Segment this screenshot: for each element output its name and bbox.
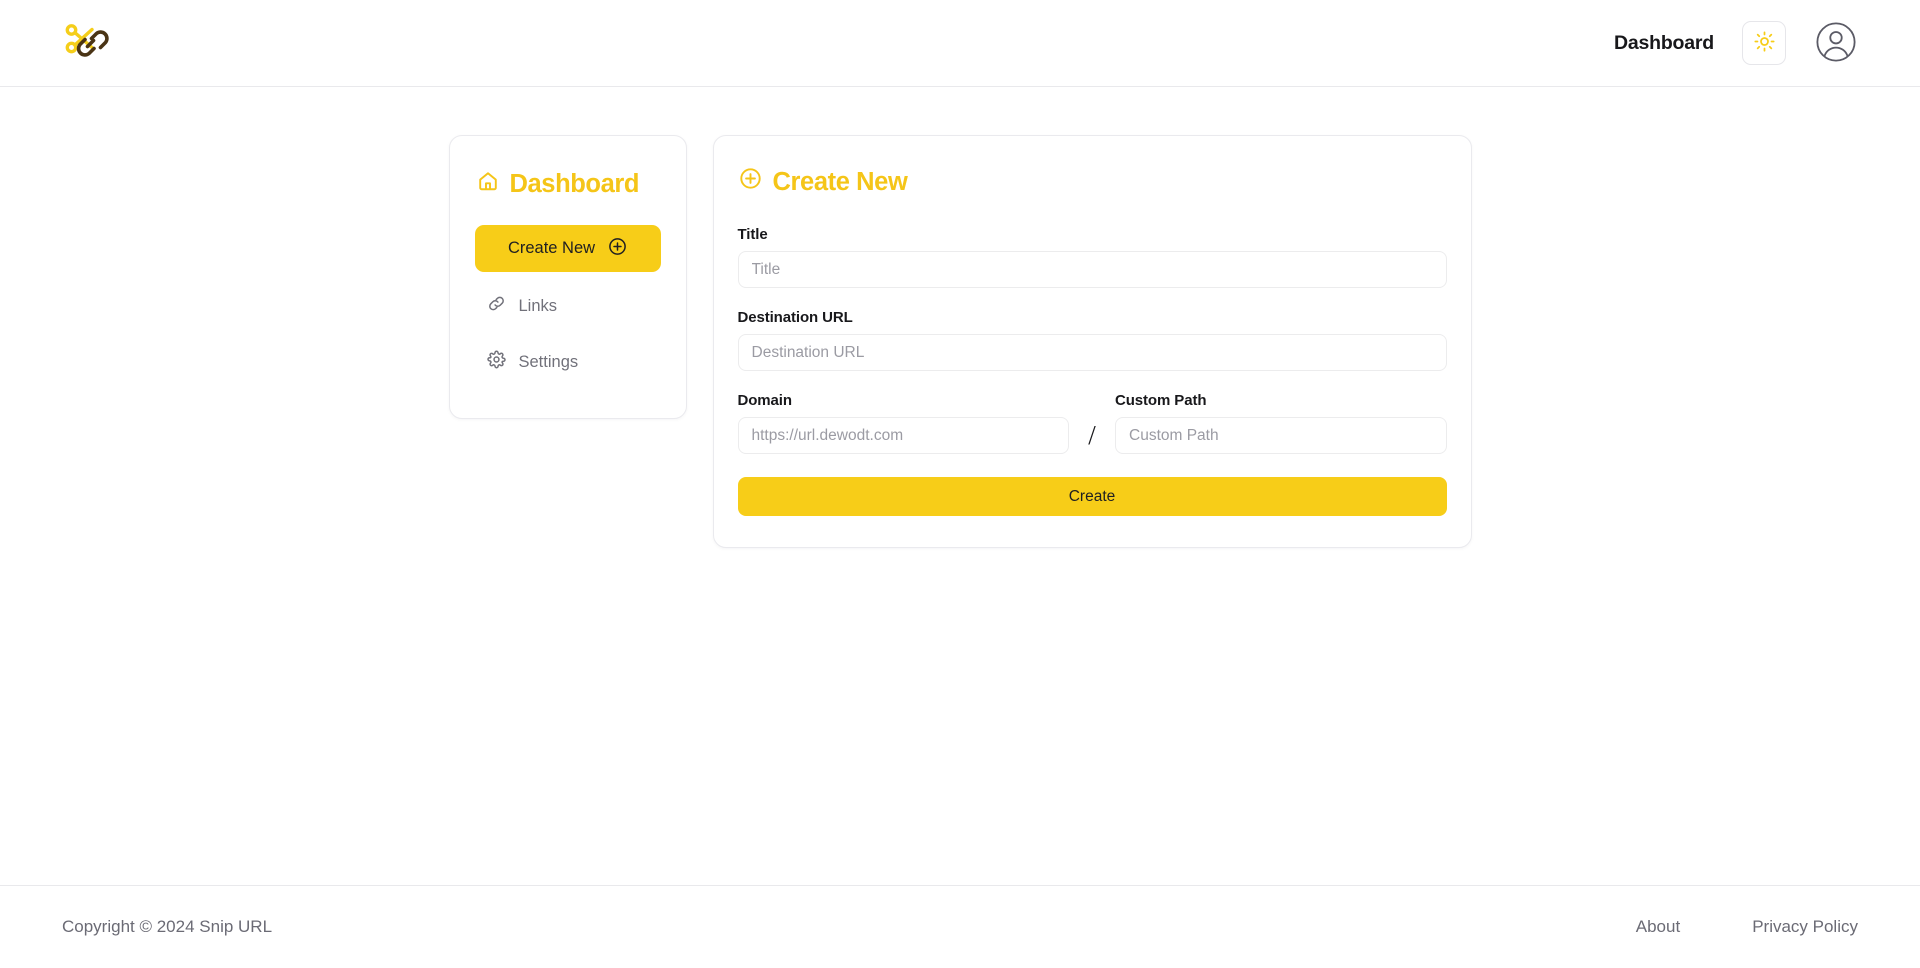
- footer-link-privacy-policy[interactable]: Privacy Policy: [1752, 917, 1858, 937]
- domain-path-row: Domain / Custom Path: [738, 392, 1447, 454]
- app-header: Dashboard: [0, 0, 1920, 87]
- field-domain: Domain: [738, 392, 1070, 454]
- sidebar-item-links[interactable]: Links: [475, 284, 661, 328]
- create-new-heading-label: Create New: [773, 168, 908, 197]
- sidebar-heading: Dashboard: [475, 170, 661, 199]
- plus-circle-icon: [608, 237, 627, 261]
- gear-icon: [487, 350, 506, 374]
- field-title-label: Title: [738, 226, 1447, 243]
- sidebar-item-settings[interactable]: Settings: [475, 340, 661, 384]
- create-new-heading: Create New: [738, 167, 1447, 197]
- create-new-card: Create New Title Destination URL Domain …: [713, 135, 1472, 548]
- home-icon: [477, 170, 499, 199]
- destination-url-input[interactable]: [738, 334, 1447, 371]
- domain-input[interactable]: [738, 417, 1070, 454]
- app-footer: Copyright © 2024 Snip URL About Privacy …: [0, 885, 1920, 968]
- main-content: Dashboard Create New: [0, 87, 1920, 885]
- brand-logo-link[interactable]: [62, 0, 114, 86]
- footer-link-about[interactable]: About: [1636, 917, 1680, 937]
- field-destination-url-label: Destination URL: [738, 309, 1447, 326]
- plus-circle-icon: [739, 167, 762, 197]
- title-input[interactable]: [738, 251, 1447, 288]
- account-button[interactable]: [1814, 21, 1858, 65]
- sidebar-item-settings-label: Settings: [519, 354, 579, 371]
- sidebar-create-new-button[interactable]: Create New: [475, 225, 661, 272]
- scissors-cutting-link-logo-icon: [62, 17, 114, 69]
- field-title: Title: [738, 226, 1447, 288]
- sidebar-create-new-label: Create New: [508, 239, 595, 258]
- nav-link-dashboard[interactable]: Dashboard: [1614, 32, 1714, 55]
- theme-toggle-button[interactable]: [1742, 21, 1786, 65]
- link-icon: [487, 294, 506, 318]
- user-avatar-icon: [1815, 21, 1857, 66]
- sidebar-heading-label: Dashboard: [510, 170, 640, 199]
- footer-links: About Privacy Policy: [1636, 917, 1858, 937]
- sun-icon: [1754, 31, 1775, 55]
- custom-path-input[interactable]: [1115, 417, 1447, 454]
- field-domain-label: Domain: [738, 392, 1070, 409]
- field-custom-path: Custom Path: [1115, 392, 1447, 454]
- field-destination-url: Destination URL: [738, 309, 1447, 371]
- sidebar-item-links-label: Links: [519, 298, 558, 315]
- sidebar-card: Dashboard Create New: [449, 135, 687, 419]
- header-actions: Dashboard: [1614, 21, 1858, 65]
- dashboard-layout: Dashboard Create New: [0, 135, 1920, 548]
- path-separator: /: [1069, 417, 1115, 454]
- footer-copyright: Copyright © 2024 Snip URL: [62, 917, 272, 937]
- create-submit-button[interactable]: Create: [738, 477, 1447, 516]
- field-custom-path-label: Custom Path: [1115, 392, 1447, 409]
